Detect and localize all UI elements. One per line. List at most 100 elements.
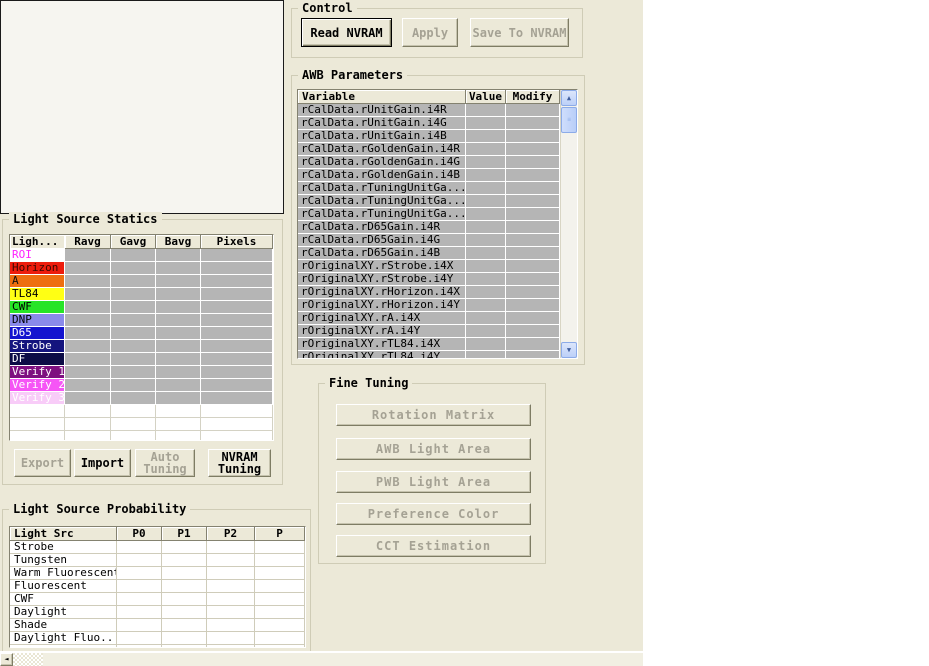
scroll-left-icon[interactable]: ◄	[0, 653, 13, 666]
table-row[interactable]: rOriginalXY.rA.i4X	[298, 312, 560, 325]
scroll-down-icon[interactable]: ▼	[561, 342, 577, 358]
save-to-nvram-button[interactable]: Save To NVRAM	[470, 18, 569, 47]
table-row[interactable]: D65	[10, 327, 273, 340]
fine-tuning-group: Fine Tuning Rotation Matrix AWB Light Ar…	[318, 376, 546, 564]
export-button[interactable]: Export	[14, 449, 71, 477]
column-header-light-src[interactable]: Light Src	[10, 527, 117, 541]
light-source-probability-table: Light Src P0 P1 P2 P Strobe Tungsten Warm …	[9, 526, 306, 648]
column-header-p[interactable]: P	[255, 527, 305, 541]
light-source-swatch: Strobe	[10, 340, 65, 353]
table-row[interactable]	[10, 405, 273, 418]
statics-table-body: ROI Horizon A TL84 CWF DNP D65 Strobe DF Verify 1…	[10, 249, 273, 440]
table-row[interactable]: Tungsten	[10, 554, 305, 567]
column-header-variable[interactable]: Variable	[298, 90, 466, 104]
table-row[interactable]: rCalData.rGoldenGain.i4B	[298, 169, 560, 182]
table-row[interactable]: rCalData.rTuningUnitGa...	[298, 195, 560, 208]
column-header-p2[interactable]: P2	[207, 527, 255, 541]
light-source-statics-group: Light Source Statics Ligh... Ravg Gavg B…	[2, 212, 283, 485]
scroll-up-icon[interactable]: ▲	[561, 90, 577, 106]
scrollbar-thumb[interactable]: ≡	[561, 107, 577, 133]
table-row[interactable]: CWF	[10, 301, 273, 314]
awb-tuning-window: Control Read NVRAM Apply Save To NVRAM A…	[0, 0, 643, 666]
table-row[interactable]: DF	[10, 353, 273, 366]
rotation-matrix-button[interactable]: Rotation Matrix	[336, 404, 531, 426]
awb-light-area-button[interactable]: AWB Light Area	[336, 438, 531, 460]
table-row[interactable]: rCalData.rGoldenGain.i4R	[298, 143, 560, 156]
column-header-pixels[interactable]: Pixels	[201, 235, 273, 249]
cct-estimation-button[interactable]: CCT Estimation	[336, 535, 531, 557]
table-row[interactable]: Horizon	[10, 262, 273, 275]
scrollbar-track[interactable]	[561, 133, 577, 342]
table-row[interactable]: rOriginalXY.rA.i4Y	[298, 325, 560, 338]
light-source-probability-group-title: Light Source Probability	[9, 502, 191, 516]
column-header-gavg[interactable]: Gavg	[111, 235, 156, 249]
table-row[interactable]: Daylight	[10, 606, 305, 619]
auto-tuning-button[interactable]: Auto Tuning	[135, 449, 195, 477]
table-row[interactable]: Fluorescent	[10, 580, 305, 593]
table-row[interactable]: rOriginalXY.rTL84.i4Y	[298, 351, 560, 358]
table-row[interactable]: rCalData.rD65Gain.i4R	[298, 221, 560, 234]
horizontal-scrollbar-thumb[interactable]	[13, 653, 43, 666]
column-header-ravg[interactable]: Ravg	[65, 235, 111, 249]
table-row[interactable]: rCalData.rD65Gain.i4G	[298, 234, 560, 247]
table-row[interactable]: ROI	[10, 249, 273, 262]
table-row[interactable]: TL84	[10, 288, 273, 301]
table-row[interactable]: rOriginalXY.rStrobe.i4Y	[298, 273, 560, 286]
fine-tuning-group-title: Fine Tuning	[325, 376, 413, 390]
light-source-probability-group: Light Source Probability Light Src P0 P1…	[2, 502, 311, 652]
table-row[interactable]	[10, 645, 305, 647]
column-header-modify[interactable]: Modify	[506, 90, 560, 104]
column-header-p1[interactable]: P1	[162, 527, 207, 541]
table-row[interactable]: rCalData.rUnitGain.i4B	[298, 130, 560, 143]
table-row[interactable]: Daylight Fluo...	[10, 632, 305, 645]
table-row[interactable]: rOriginalXY.rStrobe.i4X	[298, 260, 560, 273]
awb-table-header[interactable]: Variable Value Modify	[298, 90, 560, 104]
probability-table-header[interactable]: Light Src P0 P1 P2 P	[10, 527, 305, 541]
column-header-bavg[interactable]: Bavg	[156, 235, 201, 249]
table-row[interactable]: Shade	[10, 619, 305, 632]
apply-button[interactable]: Apply	[402, 18, 458, 47]
table-row[interactable]: rCalData.rTuningUnitGa...	[298, 182, 560, 195]
table-row[interactable]: Verify 2	[10, 379, 273, 392]
table-row[interactable]: DNP	[10, 314, 273, 327]
table-row[interactable]: A	[10, 275, 273, 288]
table-row[interactable]: rOriginalXY.rHorizon.i4X	[298, 286, 560, 299]
table-row[interactable]: rCalData.rUnitGain.i4R	[298, 104, 560, 117]
table-row[interactable]: Strobe	[10, 340, 273, 353]
table-row[interactable]: rCalData.rUnitGain.i4G	[298, 117, 560, 130]
light-source-swatch: Verify 1	[10, 366, 65, 379]
table-row[interactable]: rCalData.rD65Gain.i4B	[298, 247, 560, 260]
import-button[interactable]: Import	[74, 449, 131, 477]
column-header-light[interactable]: Ligh...	[10, 235, 65, 249]
table-row[interactable]	[10, 418, 273, 431]
table-row[interactable]: rOriginalXY.rHorizon.i4Y	[298, 299, 560, 312]
preference-color-button[interactable]: Preference Color	[336, 503, 531, 525]
image-preview-area	[0, 0, 284, 214]
table-row[interactable]: Strobe	[10, 541, 305, 554]
light-source-swatch: Horizon	[10, 262, 65, 275]
read-nvram-button[interactable]: Read NVRAM	[301, 18, 392, 47]
table-row[interactable]: rOriginalXY.rTL84.i4X	[298, 338, 560, 351]
table-row[interactable]: Warm Fluorescent	[10, 567, 305, 580]
light-source-swatch: Verify 2	[10, 379, 65, 392]
pwb-light-area-button[interactable]: PWB Light Area	[336, 471, 531, 493]
light-source-swatch: DF	[10, 353, 65, 366]
table-row[interactable]: Verify 1	[10, 366, 273, 379]
table-row[interactable]: rCalData.rTuningUnitGa...	[298, 208, 560, 221]
table-row[interactable]: CWF	[10, 593, 305, 606]
control-group-title: Control	[298, 1, 357, 15]
light-source-swatch: ROI	[10, 249, 65, 262]
table-row[interactable]: rCalData.rGoldenGain.i4G	[298, 156, 560, 169]
probability-table-body: Strobe Tungsten Warm Fluorescent Fluorescen…	[10, 541, 305, 647]
awb-vertical-scrollbar[interactable]: ▲ ≡ ▼	[560, 90, 577, 358]
column-header-p0[interactable]: P0	[117, 527, 162, 541]
table-row[interactable]	[10, 431, 273, 440]
column-header-value[interactable]: Value	[466, 90, 506, 104]
statics-table-header[interactable]: Ligh... Ravg Gavg Bavg Pixels	[10, 235, 273, 249]
light-source-swatch: CWF	[10, 301, 65, 314]
awb-parameters-group: AWB Parameters Variable Value Modify rCa…	[291, 68, 585, 365]
nvram-tuning-button[interactable]: NVRAM Tuning	[208, 449, 271, 477]
light-source-swatch: A	[10, 275, 65, 288]
horizontal-scrollbar[interactable]: ◄	[0, 653, 643, 666]
table-row[interactable]: Verify 3	[10, 392, 273, 405]
